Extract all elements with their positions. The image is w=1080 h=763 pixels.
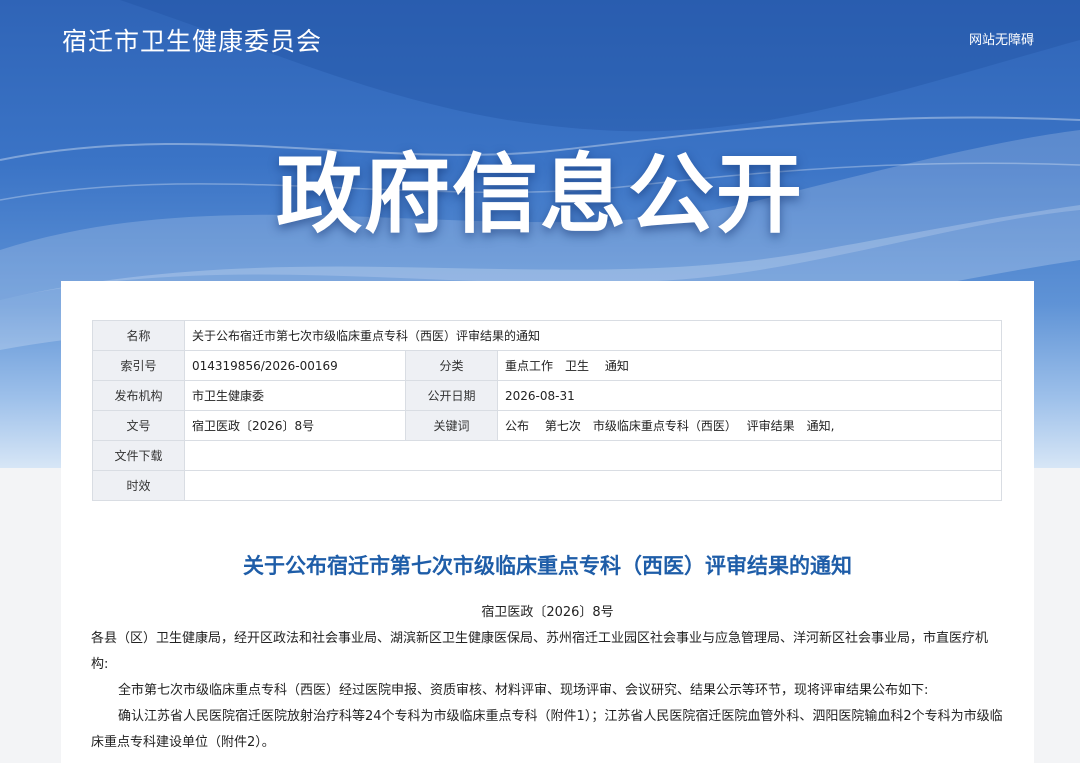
table-row: 索引号 014319856/2026-00169 分类 重点工作 卫生 通知 — [92, 350, 1002, 381]
validity-value — [184, 470, 1002, 501]
body-paragraph-1: 全市第七次市级临床重点专科（西医）经过医院申报、资质审核、材料评审、现场评审、会… — [118, 683, 929, 698]
content-card: 名称 关于公布宿迁市第七次市级临床重点专科（西医）评审结果的通知 索引号 014… — [61, 281, 1034, 763]
table-row: 时效 — [92, 470, 1002, 501]
index-label: 索引号 — [92, 350, 185, 381]
validity-label: 时效 — [92, 470, 185, 501]
keywords-label: 关键词 — [405, 410, 498, 441]
download-value[interactable] — [184, 440, 1002, 471]
date-value: 2026-08-31 — [497, 380, 1002, 411]
download-label: 文件下载 — [92, 440, 185, 471]
docno-value: 宿卫医政〔2026〕8号 — [184, 410, 406, 441]
table-row: 文件下载 — [92, 440, 1002, 471]
article-body: 各县（区）卫生健康局，经开区政法和社会事业局、湖滨新区卫生健康医保局、苏州宿迁工… — [91, 626, 1003, 756]
docno-label: 文号 — [92, 410, 185, 441]
article-doc-number: 宿卫医政〔2026〕8号 — [481, 605, 614, 620]
table-row: 文号 宿卫医政〔2026〕8号 关键词 公布 第七次 市级临床重点专科（西医） … — [92, 410, 1002, 441]
article-title: 关于公布宿迁市第七次市级临床重点专科（西医）评审结果的通知 — [243, 554, 852, 578]
publisher-value: 市卫生健康委 — [184, 380, 406, 411]
info-table: 名称 关于公布宿迁市第七次市级临床重点专科（西医）评审结果的通知 索引号 014… — [92, 320, 1002, 501]
table-row: 名称 关于公布宿迁市第七次市级临床重点专科（西医）评审结果的通知 — [92, 320, 1002, 351]
name-label: 名称 — [92, 320, 185, 351]
accessibility-link[interactable]: 网站无障碍 — [969, 29, 1034, 48]
keywords-value: 公布 第七次 市级临床重点专科（西医） 评审结果 通知, — [497, 410, 1002, 441]
name-value: 关于公布宿迁市第七次市级临床重点专科（西医）评审结果的通知 — [184, 320, 1002, 351]
category-value: 重点工作 卫生 通知 — [497, 350, 1002, 381]
site-name[interactable]: 宿迁市卫生健康委员会 — [62, 22, 322, 58]
date-label: 公开日期 — [405, 380, 498, 411]
body-paragraph-2: 确认江苏省人民医院宿迁医院放射治疗科等24个专科为市级临床重点专科（附件1）；江… — [91, 709, 1003, 750]
table-row: 发布机构 市卫生健康委 公开日期 2026-08-31 — [92, 380, 1002, 411]
addressee-paragraph: 各县（区）卫生健康局，经开区政法和社会事业局、湖滨新区卫生健康医保局、苏州宿迁工… — [91, 631, 989, 672]
hero-title: 政府信息公开 — [276, 145, 804, 245]
index-value: 014319856/2026-00169 — [184, 350, 406, 381]
category-label: 分类 — [405, 350, 498, 381]
publisher-label: 发布机构 — [92, 380, 185, 411]
